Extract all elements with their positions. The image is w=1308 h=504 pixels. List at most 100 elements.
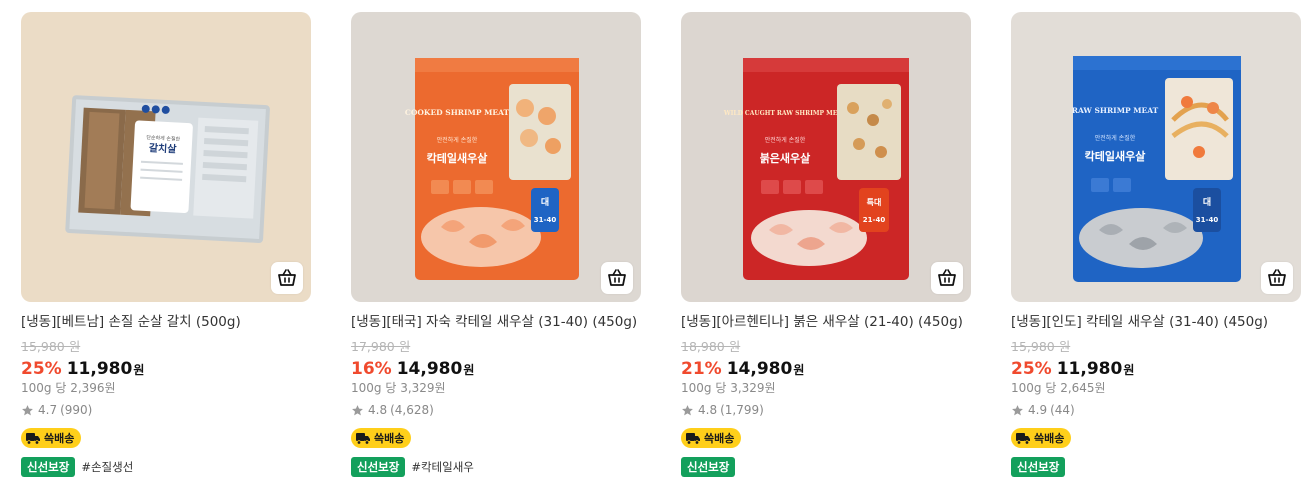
- discount-rate: 25%: [21, 359, 62, 379]
- discount-rate: 25%: [1011, 359, 1052, 379]
- shopping-basket-icon: [1268, 269, 1286, 286]
- review-count: (44): [1050, 403, 1075, 417]
- package-english-label: COOKED SHRIMP MEAT: [405, 108, 510, 117]
- rating-score: 4.8: [368, 403, 388, 417]
- sale-price: 14,980: [396, 359, 463, 379]
- star-icon: [351, 404, 364, 417]
- product-card[interactable]: RAW SHRIMP MEAT 안전하게 손질한 칵테일새우살 대 31-40: [1011, 12, 1301, 477]
- delivery-badge: 쓱배송: [21, 428, 82, 448]
- discount-rate: 16%: [351, 359, 392, 379]
- delivery-badge: 쓱배송: [681, 428, 742, 448]
- product-grid: 갈치살 단순하게 손질한 [냉동][베트남] 손질 순살 갈치 (500g) 1…: [0, 0, 1308, 504]
- rating: 4.8 (1,799): [681, 402, 971, 418]
- price-row: 25% 11,980 원: [21, 358, 311, 381]
- product-card[interactable]: COOKED SHRIMP MEAT 안전하게 손질한 칵테일새우살 대 31-…: [351, 12, 641, 477]
- rating: 4.9 (44): [1011, 402, 1301, 418]
- rating: 4.7 (990): [21, 402, 311, 418]
- star-icon: [1011, 404, 1024, 417]
- package-english-label: WILD CAUGHT RAW SHRIMP MEAT: [723, 110, 847, 117]
- delivery-truck-icon: [685, 431, 701, 445]
- product-image[interactable]: RAW SHRIMP MEAT 안전하게 손질한 칵테일새우살 대 31-40: [1011, 12, 1301, 302]
- add-to-cart-button[interactable]: [931, 262, 963, 294]
- size-badge: 31-40: [534, 216, 557, 224]
- package-label: 칵테일새우살: [427, 151, 488, 165]
- add-to-cart-button[interactable]: [1261, 262, 1293, 294]
- delivery-truck-icon: [25, 431, 41, 445]
- delivery-badge: 쓱배송: [1011, 428, 1072, 448]
- add-to-cart-button[interactable]: [271, 262, 303, 294]
- product-name[interactable]: [냉동][베트남] 손질 순살 갈치 (500g): [21, 313, 311, 331]
- original-price: 17,980 원: [351, 339, 411, 354]
- price-row: 21% 14,980 원: [681, 358, 971, 381]
- shopping-basket-icon: [938, 269, 956, 286]
- hashtag[interactable]: #칵테일새우: [411, 459, 474, 475]
- product-image[interactable]: COOKED SHRIMP MEAT 안전하게 손질한 칵테일새우살 대 31-…: [351, 12, 641, 302]
- fresh-guarantee-badge: 신선보장: [1011, 457, 1066, 477]
- fresh-guarantee-badge: 신선보장: [351, 457, 406, 477]
- delivery-badge-label: 쓱배송: [1034, 432, 1065, 445]
- review-count: (1,799): [720, 403, 764, 417]
- size-badge-top: 특대: [867, 197, 882, 207]
- delivery-badge-label: 쓱배송: [704, 432, 735, 445]
- sale-price: 11,980: [66, 359, 133, 379]
- currency-label: 원: [463, 363, 475, 377]
- star-icon: [681, 404, 694, 417]
- unit-price: 100g 당 2,645원: [1011, 381, 1106, 395]
- rating: 4.8 (4,628): [351, 402, 641, 418]
- currency-label: 원: [133, 363, 145, 377]
- shopping-basket-icon: [608, 269, 626, 286]
- tag-row: 신선보장 #손질생선: [21, 457, 311, 477]
- size-badge-top: 대: [541, 196, 549, 208]
- tag-row: 신선보장: [1011, 457, 1301, 477]
- product-photo: RAW SHRIMP MEAT 안전하게 손질한 칵테일새우살 대 31-40: [1011, 12, 1301, 302]
- unit-price: 100g 당 2,396원: [21, 381, 116, 395]
- product-photo: COOKED SHRIMP MEAT 안전하게 손질한 칵테일새우살 대 31-…: [351, 12, 641, 302]
- original-price: 15,980 원: [21, 339, 81, 354]
- original-price: 18,980 원: [681, 339, 741, 354]
- product-photo: WILD CAUGHT RAW SHRIMP MEAT 안전하게 손질한 붉은새…: [681, 12, 971, 302]
- package-subtitle: 안전하게 손질한: [437, 136, 478, 144]
- product-name[interactable]: [냉동][아르헨티나] 붉은 새우살 (21-40) (450g): [681, 313, 971, 331]
- size-badge: 31-40: [1196, 216, 1219, 224]
- product-image[interactable]: 갈치살 단순하게 손질한: [21, 12, 311, 302]
- unit-price: 100g 당 3,329원: [681, 381, 776, 395]
- package-english-label: RAW SHRIMP MEAT: [1072, 106, 1159, 115]
- fresh-guarantee-badge: 신선보장: [681, 457, 736, 477]
- product-image[interactable]: WILD CAUGHT RAW SHRIMP MEAT 안전하게 손질한 붉은새…: [681, 12, 971, 302]
- add-to-cart-button[interactable]: [601, 262, 633, 294]
- delivery-truck-icon: [1015, 431, 1031, 445]
- star-icon: [21, 404, 34, 417]
- package-label: 칵테일새우살: [1085, 149, 1146, 163]
- package-subtitle: 안전하게 손질한: [765, 136, 806, 144]
- size-badge-top: 대: [1203, 196, 1211, 208]
- rating-score: 4.8: [698, 403, 718, 417]
- currency-label: 원: [793, 363, 805, 377]
- original-price: 15,980 원: [1011, 339, 1071, 354]
- delivery-badge-label: 쓱배송: [44, 432, 75, 445]
- product-photo: 갈치살 단순하게 손질한: [21, 12, 311, 302]
- rating-score: 4.9: [1028, 403, 1048, 417]
- hashtag[interactable]: #손질생선: [81, 459, 133, 475]
- currency-label: 원: [1123, 363, 1135, 377]
- delivery-badge-label: 쓱배송: [374, 432, 405, 445]
- package-label: 붉은새우살: [760, 151, 811, 165]
- review-count: (990): [60, 403, 93, 417]
- rating-score: 4.7: [38, 403, 58, 417]
- discount-rate: 21%: [681, 359, 722, 379]
- price-row: 16% 14,980 원: [351, 358, 641, 381]
- delivery-truck-icon: [355, 431, 371, 445]
- fresh-guarantee-badge: 신선보장: [21, 457, 76, 477]
- tag-row: 신선보장 #칵테일새우: [351, 457, 641, 477]
- product-name[interactable]: [냉동][태국] 자숙 칵테일 새우살 (31-40) (450g): [351, 313, 641, 331]
- product-card[interactable]: WILD CAUGHT RAW SHRIMP MEAT 안전하게 손질한 붉은새…: [681, 12, 971, 477]
- sale-price: 11,980: [1056, 359, 1123, 379]
- product-name[interactable]: [냉동][인도] 칵테일 새우살 (31-40) (450g): [1011, 313, 1301, 331]
- price-row: 25% 11,980 원: [1011, 358, 1301, 381]
- shopping-basket-icon: [278, 269, 296, 286]
- package-subtitle: 안전하게 손질한: [1095, 134, 1136, 142]
- review-count: (4,628): [390, 403, 434, 417]
- sale-price: 14,980: [726, 359, 793, 379]
- product-card[interactable]: 갈치살 단순하게 손질한 [냉동][베트남] 손질 순살 갈치 (500g) 1…: [21, 12, 311, 477]
- delivery-badge: 쓱배송: [351, 428, 412, 448]
- unit-price: 100g 당 3,329원: [351, 381, 446, 395]
